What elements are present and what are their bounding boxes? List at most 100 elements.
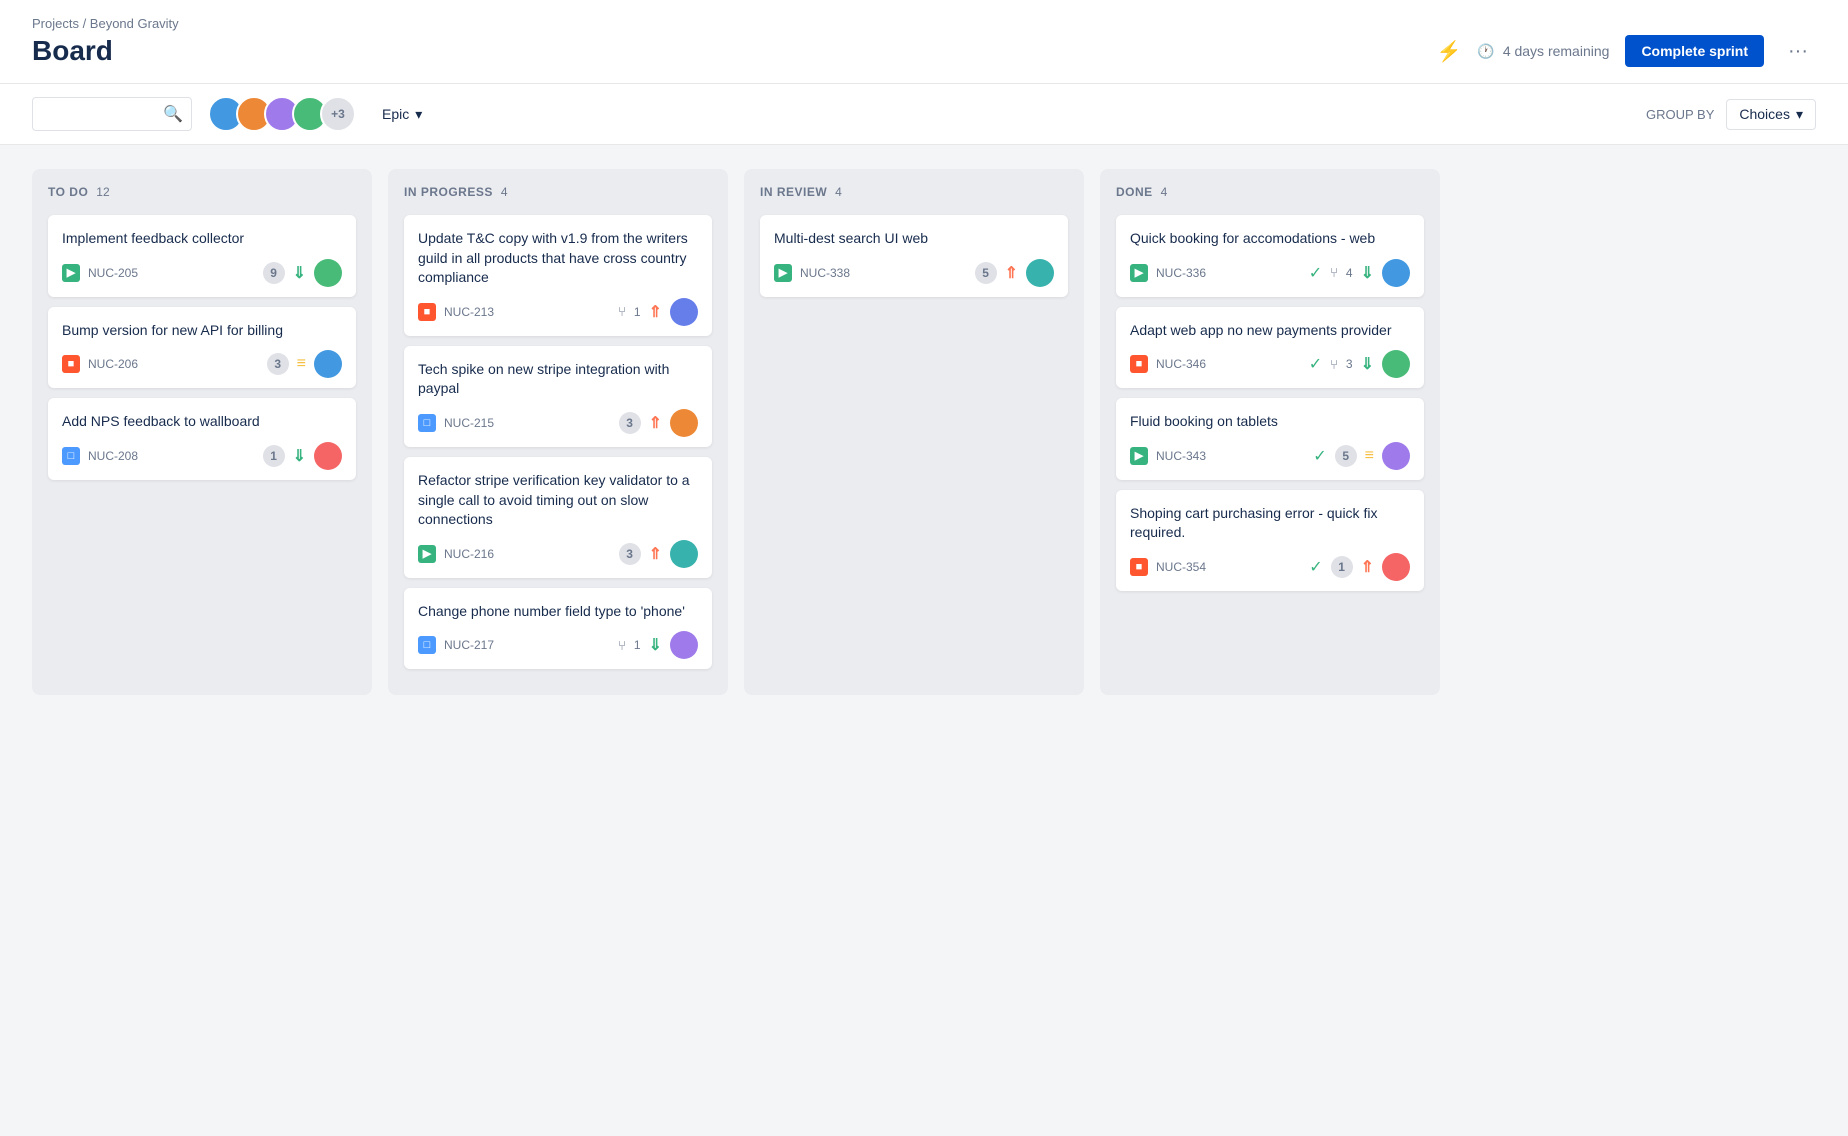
toolbar: 🔍 +3 Epic ▾ GROUP BY Choices ▾ [0, 84, 1848, 145]
card-footer: ■NUC-213 ⑂1⇑ [418, 298, 698, 326]
card-title: Update T&C copy with v1.9 from the write… [418, 229, 698, 288]
card-footer: ■NUC-354 ✓1⇑ [1130, 553, 1410, 581]
priority-icon: ⇑ [1005, 263, 1018, 283]
branch-count: 4 [1346, 266, 1353, 280]
group-by-label: GROUP BY [1646, 107, 1714, 122]
card-meta: ▶NUC-216 [418, 545, 494, 563]
chevron-down-icon: ▾ [1796, 106, 1803, 123]
story-points-badge: 1 [1331, 556, 1353, 578]
issue-id: NUC-343 [1156, 449, 1206, 463]
column-title: TO DO [48, 185, 88, 199]
assignee-avatar [314, 259, 342, 287]
branch-count: 1 [634, 305, 641, 319]
branch-count: 3 [1346, 357, 1353, 371]
column-done: DONE4 Quick booking for accomodations - w… [1100, 169, 1440, 695]
card[interactable]: Add NPS feedback to wallboard □NUC-208 1⇓ [48, 398, 356, 480]
assignee-avatar [314, 350, 342, 378]
epic-label: Epic [382, 106, 409, 122]
issue-id: NUC-336 [1156, 266, 1206, 280]
avatar-count[interactable]: +3 [320, 96, 356, 132]
issue-type-icon: ■ [418, 303, 436, 321]
card-right: 1⇓ [263, 442, 342, 470]
card-right: 9⇓ [263, 259, 342, 287]
issue-type-icon: ■ [1130, 558, 1148, 576]
assignee-avatar [1026, 259, 1054, 287]
card-title: Quick booking for accomodations - web [1130, 229, 1410, 249]
column-count: 4 [1161, 185, 1168, 199]
issue-id: NUC-205 [88, 266, 138, 280]
breadcrumb: Projects / Beyond Gravity [32, 16, 1816, 31]
column-inreview: IN REVIEW4Multi-dest search UI web▶NUC-3… [744, 169, 1084, 695]
card-right: 3⇑ [619, 409, 698, 437]
issue-type-icon: ■ [62, 355, 80, 373]
card-right: ✓5≡ [1313, 442, 1410, 470]
column-header: DONE4 [1116, 185, 1424, 199]
assignee-avatar [670, 409, 698, 437]
card-right: ⑂1⇓ [618, 631, 698, 659]
card-meta: ▶NUC-336 [1130, 264, 1206, 282]
column-count: 4 [835, 185, 842, 199]
epic-filter-button[interactable]: Epic ▾ [372, 100, 432, 129]
choices-dropdown[interactable]: Choices ▾ [1726, 99, 1816, 130]
choices-label: Choices [1739, 106, 1790, 122]
search-input[interactable] [43, 106, 163, 122]
card-meta: ■NUC-354 [1130, 558, 1206, 576]
assignee-avatar [1382, 350, 1410, 378]
card-footer: □ NUC-215 3⇑ [418, 409, 698, 437]
days-remaining: 4 days remaining [1503, 43, 1610, 59]
card-meta: □NUC-208 [62, 447, 138, 465]
more-options-button[interactable]: ··· [1780, 36, 1816, 67]
card-footer: ▶NUC-336✓⑂4⇓ [1130, 259, 1410, 287]
complete-sprint-button[interactable]: Complete sprint [1625, 35, 1764, 67]
card[interactable]: Refactor stripe verification key validat… [404, 457, 712, 578]
toolbar-right: GROUP BY Choices ▾ [1646, 99, 1816, 130]
search-box[interactable]: 🔍 [32, 97, 192, 131]
story-points-badge: 3 [619, 412, 641, 434]
card-title: Adapt web app no new payments provider [1130, 321, 1410, 341]
card-right: ✓⑂4⇓ [1309, 259, 1410, 287]
story-points-badge: 5 [1335, 445, 1357, 467]
card-meta: ■NUC-213 [418, 303, 494, 321]
issue-type-icon: □ [62, 447, 80, 465]
story-points-badge: 5 [975, 262, 997, 284]
issue-id: NUC-215 [444, 416, 494, 430]
lightning-icon: ⚡ [1436, 39, 1461, 64]
card-title: Bump version for new API for billing [62, 321, 342, 341]
card[interactable]: Adapt web app no new payments provider ■N… [1116, 307, 1424, 389]
card-footer: □NUC-208 1⇓ [62, 442, 342, 470]
card[interactable]: Multi-dest search UI web▶NUC-3385⇑ [760, 215, 1068, 297]
card-meta: ■NUC-346 [1130, 355, 1206, 373]
issue-type-icon: □ [418, 414, 436, 432]
card-title: Shoping cart purchasing error - quick fi… [1130, 504, 1410, 543]
card[interactable]: Change phone number field type to 'phone… [404, 588, 712, 670]
card[interactable]: Implement feedback collector ▶NUC-205 9⇓ [48, 215, 356, 297]
branch-icon: ⑂ [618, 638, 626, 653]
card-meta: ▶NUC-205 [62, 264, 138, 282]
card[interactable]: Quick booking for accomodations - web ▶NU… [1116, 215, 1424, 297]
card-title: Implement feedback collector [62, 229, 342, 249]
card[interactable]: Tech spike on new stripe integration wit… [404, 346, 712, 447]
issue-type-icon: ▶ [774, 264, 792, 282]
card-right: 3⇑ [619, 540, 698, 568]
issue-type-icon: □ [418, 636, 436, 654]
issue-id: NUC-216 [444, 547, 494, 561]
priority-icon: ⇓ [649, 635, 662, 655]
card[interactable]: Update T&C copy with v1.9 from the write… [404, 215, 712, 336]
card-right: 3≡ [267, 350, 342, 378]
card-meta: □NUC-217 [418, 636, 494, 654]
card-right: ⑂1⇑ [618, 298, 698, 326]
card-title: Add NPS feedback to wallboard [62, 412, 342, 432]
priority-icon: ⇓ [1361, 263, 1374, 283]
search-icon: 🔍 [163, 104, 183, 124]
card-footer: ▶NUC-343✓5≡ [1130, 442, 1410, 470]
card[interactable]: Shoping cart purchasing error - quick fi… [1116, 490, 1424, 591]
priority-icon: ⇓ [293, 263, 306, 283]
column-count: 12 [96, 185, 109, 199]
card-footer: ▶NUC-3385⇑ [774, 259, 1054, 287]
card[interactable]: Fluid booking on tablets▶NUC-343✓5≡ [1116, 398, 1424, 480]
card-right: ✓1⇑ [1309, 553, 1410, 581]
priority-icon: ⇓ [1361, 354, 1374, 374]
card-footer: ■NUC-346✓⑂3⇓ [1130, 350, 1410, 378]
card[interactable]: Bump version for new API for billing■NUC… [48, 307, 356, 389]
assignee-avatar [1382, 442, 1410, 470]
